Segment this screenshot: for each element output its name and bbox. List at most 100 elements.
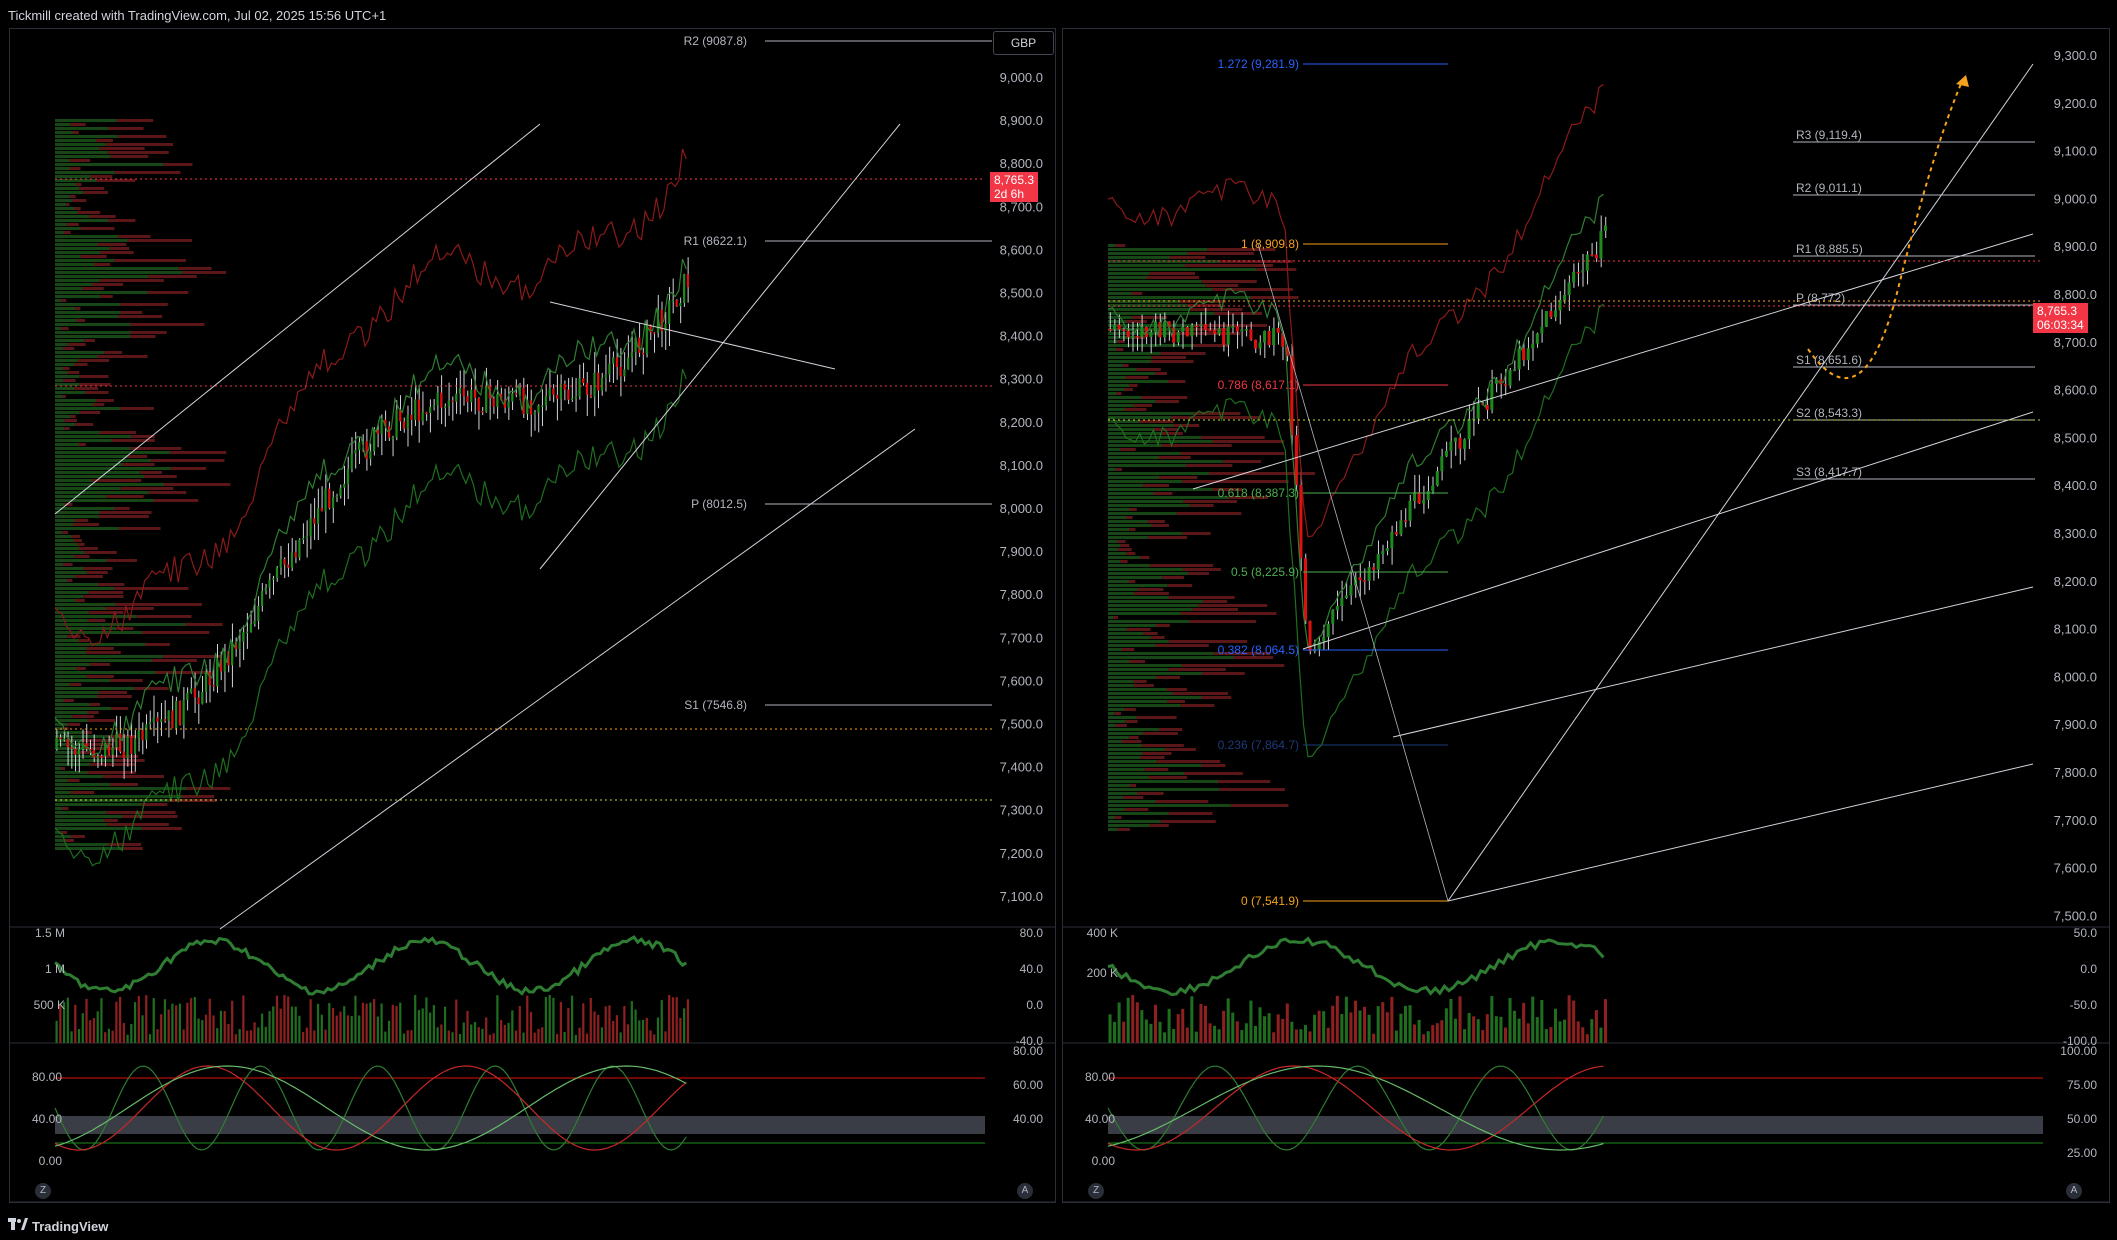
right-chart-panel[interactable]: 9,300.0 9,200.0 9,100.0 9,000.0 8,900.0 8,800… (1062, 28, 2110, 1203)
right-auto-scale-icon[interactable]: A (2066, 1183, 2082, 1199)
volume-profile-bar (155, 671, 212, 674)
volume-profile-bar (55, 303, 121, 306)
volume-profile-bar (62, 807, 69, 810)
volume-bar (623, 1006, 626, 1043)
fibonacci-label: 1 (8,909.8) (1241, 237, 1299, 251)
volume-profile-bar (1168, 596, 1235, 599)
volume-profile-bar (1108, 672, 1203, 675)
volume-profile-bar (66, 223, 79, 226)
volume-profile-bar (67, 579, 73, 582)
volume-profile-bar (1126, 320, 1147, 323)
candle-body (1572, 271, 1576, 283)
volume-bar (466, 1010, 469, 1043)
candle-body (608, 363, 611, 375)
volume-bar (500, 1020, 503, 1043)
volume-profile-bar (63, 231, 71, 234)
left-auto-scale-icon[interactable]: A (1017, 1183, 1033, 1199)
candle-body (260, 591, 264, 607)
candle-body (380, 419, 383, 434)
volume-bar (619, 1032, 622, 1043)
price-axis-label: 8,500.0 (2054, 430, 2097, 445)
volume-profile-bar (1117, 540, 1126, 543)
candle-body (156, 717, 159, 722)
volume-profile-bar (130, 331, 167, 334)
price-axis-label: 8,900.0 (1000, 113, 1043, 128)
volume-profile-bar (120, 303, 168, 306)
candle-body (1108, 329, 1112, 331)
candle-body (1194, 325, 1198, 328)
volume-profile-bar (70, 415, 76, 418)
volume-profile-bar (55, 791, 71, 794)
volume-profile-bar (122, 815, 178, 818)
volume-profile-bar (1108, 248, 1208, 251)
volume-bar (660, 1000, 663, 1043)
volume-bar (201, 1020, 204, 1043)
volume-profile-bar (67, 779, 80, 782)
candle-body (1135, 336, 1139, 338)
volume-bar (1376, 1006, 1380, 1043)
volume-profile-bar (1202, 600, 1228, 603)
left-last-price-tag: 8,765.3 2d 6h (990, 172, 1039, 202)
currency-label[interactable]: GBP (993, 31, 1054, 55)
volume-bar (85, 998, 88, 1043)
price-axis-label: 7,600.0 (2054, 861, 2097, 876)
volume-profile-bar (1108, 804, 1231, 807)
volume-bar (1490, 996, 1494, 1043)
volume-profile-bar (1108, 480, 1183, 483)
volume-bar (1494, 1016, 1498, 1043)
candle-body (466, 396, 469, 403)
volume-profile-bar (1108, 340, 1118, 343)
volume-profile-bar (72, 131, 79, 134)
volume-bar (1394, 1030, 1398, 1043)
volume-profile-bar (153, 499, 199, 502)
left-zoom-icon[interactable]: Z (35, 1183, 51, 1199)
volume-profile-bar (55, 399, 96, 402)
volume-profile-bar (1117, 828, 1130, 831)
left-chart-panel[interactable]: 9,000.0 8,900.0 8,800.0 8,700.0 8,600.0 8,500… (9, 28, 1056, 1203)
volume-profile-bar (1122, 364, 1129, 367)
volume-profile-bar (55, 119, 117, 122)
volume-profile-bar (1108, 716, 1137, 719)
right-chart-canvas[interactable]: 9,300.0 9,200.0 9,100.0 9,000.0 8,900.0 8,800… (1063, 29, 2109, 1202)
candle-body (1213, 330, 1217, 334)
volume-profile-bar (1108, 816, 1115, 819)
volume-bar (612, 1021, 615, 1043)
volume-profile-bar (55, 379, 64, 382)
volume-profile-bar (55, 439, 112, 442)
volume-profile-bar (1108, 668, 1169, 671)
volume-profile-bar (1230, 804, 1289, 807)
volume-profile-bar (1108, 252, 1188, 255)
volume-profile-bar (1108, 824, 1150, 827)
volume-bar (567, 1008, 570, 1043)
candle-body (1176, 332, 1180, 343)
volume-bar (223, 1011, 226, 1043)
volume-profile-bar (1108, 684, 1135, 687)
volume-profile-bar (148, 491, 187, 494)
volume-profile-bar (1108, 360, 1151, 363)
volume-profile-bar (1108, 496, 1229, 499)
candle-body (432, 405, 435, 408)
left-chart-canvas[interactable]: 9,000.08,900.08,800.08,700.08,600.08,500… (10, 29, 1055, 1202)
stochastic-left-axis-label: 0.00 (39, 1154, 63, 1168)
right-last-price-tag: 8,765.3 06:03:34 (2033, 303, 2088, 333)
volume-profile-bar (1108, 732, 1143, 735)
volume-profile-bar (99, 691, 128, 694)
volume-profile-bar (170, 467, 207, 470)
volume-bar (1253, 1025, 1257, 1043)
volume-profile-bar (55, 271, 183, 274)
volume-bar (589, 997, 592, 1043)
volume-profile-bar (1108, 508, 1130, 511)
volume-profile-bar (55, 823, 108, 826)
volume-bar (1340, 1014, 1344, 1043)
candle-body (455, 393, 458, 402)
candle-body (77, 749, 81, 755)
volume-profile-bar (1184, 264, 1274, 267)
volume-profile-bar (1156, 760, 1221, 763)
volume-profile-bar (97, 243, 127, 246)
volume-profile-bar (55, 491, 149, 494)
volume-profile-bar (1129, 784, 1137, 787)
right-zoom-icon[interactable]: Z (1088, 1183, 1104, 1199)
volume-profile-bar (107, 151, 169, 154)
volume-profile-bar (1133, 404, 1152, 407)
volume-profile-bar (55, 283, 92, 286)
